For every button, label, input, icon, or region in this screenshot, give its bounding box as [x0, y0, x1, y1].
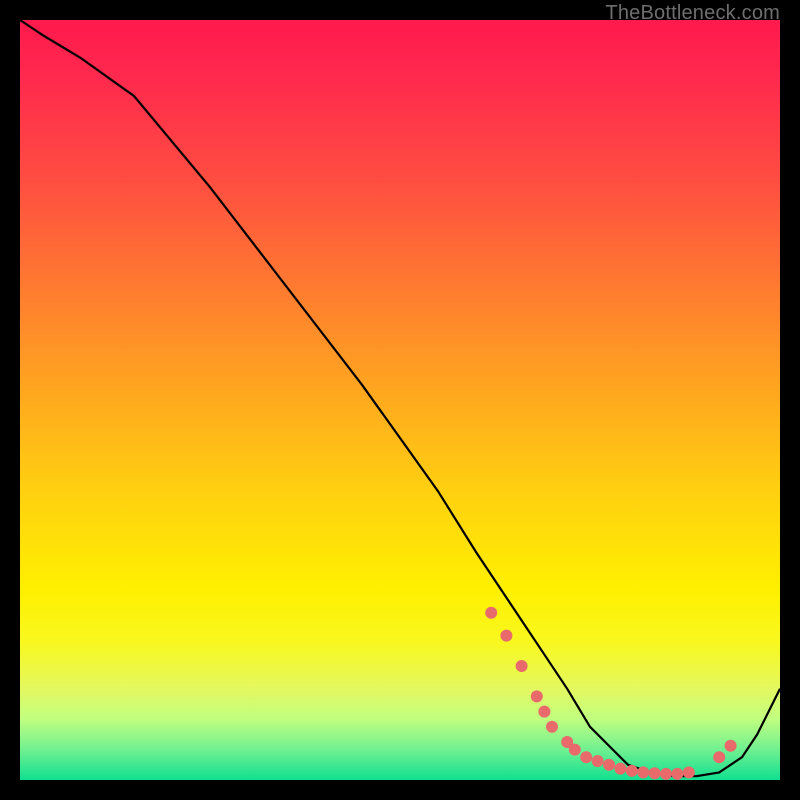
data-marker: [500, 630, 512, 642]
bottleneck-curve: [20, 20, 780, 776]
curve-svg: [20, 20, 780, 780]
data-marker: [649, 767, 661, 779]
data-marker: [683, 766, 695, 778]
data-marker: [546, 721, 558, 733]
data-marker: [626, 765, 638, 777]
data-marker: [538, 706, 550, 718]
data-marker: [531, 690, 543, 702]
data-marker: [671, 768, 683, 780]
data-marker: [580, 751, 592, 763]
data-marker: [485, 607, 497, 619]
marker-group: [485, 607, 736, 780]
data-marker: [614, 763, 626, 775]
data-marker: [516, 660, 528, 672]
data-marker: [660, 768, 672, 780]
data-marker: [713, 751, 725, 763]
chart-container: TheBottleneck.com: [0, 0, 800, 800]
data-marker: [592, 755, 604, 767]
data-marker: [603, 759, 615, 771]
data-marker: [637, 766, 649, 778]
plot-area: [20, 20, 780, 780]
data-marker: [725, 740, 737, 752]
data-marker: [569, 744, 581, 756]
